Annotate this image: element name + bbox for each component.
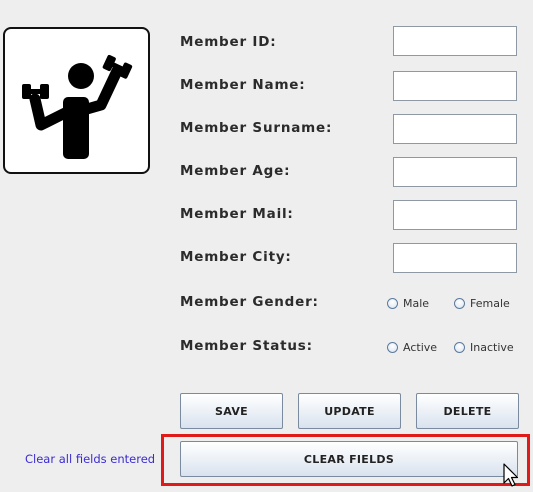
status-active-label: Active: [403, 341, 438, 354]
member-id-field[interactable]: [393, 26, 517, 56]
status-inactive-radio[interactable]: Inactive: [454, 341, 514, 354]
member-city-field[interactable]: [393, 243, 517, 273]
status-active-radio[interactable]: Active: [387, 341, 437, 354]
member-surname-label: Member Surname:: [180, 120, 333, 136]
member-age-field[interactable]: [393, 157, 517, 187]
member-name-label: Member Name:: [180, 77, 306, 93]
member-status-label: Member Status:: [180, 338, 313, 354]
status-inactive-label: Inactive: [470, 341, 514, 354]
radio-circle-icon: [387, 298, 398, 309]
save-button[interactable]: SAVE: [180, 393, 283, 429]
gender-female-radio[interactable]: Female: [454, 297, 510, 310]
delete-button[interactable]: DELETE: [416, 393, 519, 429]
member-name-field[interactable]: [393, 71, 517, 101]
member-gender-label: Member Gender:: [180, 294, 319, 310]
gender-male-radio[interactable]: Male: [387, 297, 429, 310]
radio-circle-icon: [454, 298, 465, 309]
member-age-label: Member Age:: [180, 163, 291, 179]
gym-fitness-icon: [22, 54, 133, 159]
gym-logo: [3, 27, 150, 174]
radio-circle-icon: [387, 342, 398, 353]
member-city-label: Member City:: [180, 249, 292, 265]
member-surname-field[interactable]: [393, 114, 517, 144]
member-id-label: Member ID:: [180, 34, 277, 50]
member-mail-field[interactable]: [393, 200, 517, 230]
gender-male-label: Male: [403, 297, 430, 310]
clear-fields-button[interactable]: CLEAR FIELDS: [180, 441, 518, 477]
update-button[interactable]: UPDATE: [298, 393, 401, 429]
gender-female-label: Female: [470, 297, 510, 310]
clear-fields-hint: Clear all fields entered: [25, 452, 156, 466]
radio-circle-icon: [454, 342, 465, 353]
member-mail-label: Member Mail:: [180, 206, 294, 222]
mouse-cursor-icon: [503, 463, 519, 487]
